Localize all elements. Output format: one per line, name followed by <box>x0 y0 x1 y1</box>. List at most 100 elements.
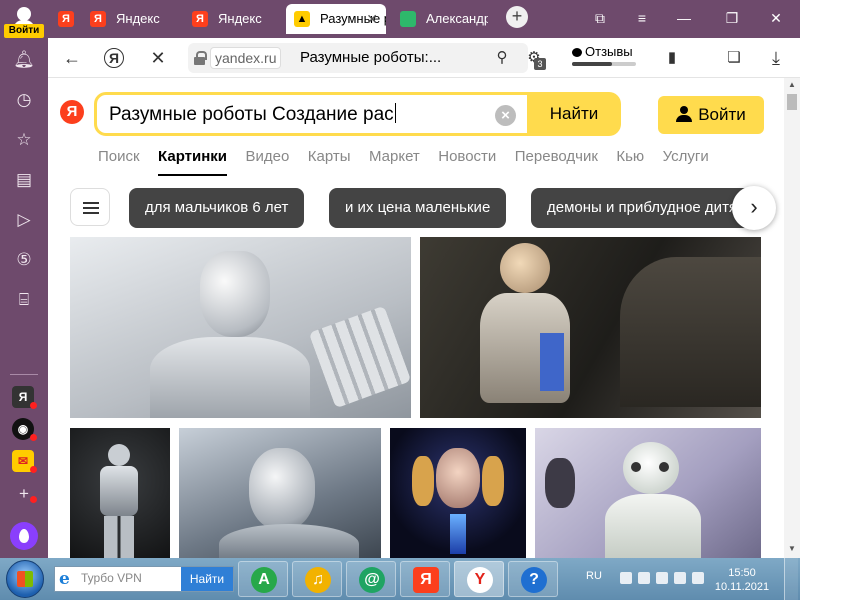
tray-flag-icon[interactable] <box>656 572 668 584</box>
image-result-robot-head[interactable] <box>179 428 381 558</box>
taskbar-app-yandex-browser[interactable]: Y <box>454 561 504 597</box>
suggestion-chip[interactable]: для мальчиков 6 лет <box>129 188 305 228</box>
notification-dot <box>30 466 37 473</box>
suggestion-chip[interactable]: и их цена маленькие <box>329 188 507 228</box>
extension-badge: 3 <box>534 58 546 70</box>
language-indicator[interactable]: RU <box>586 570 602 582</box>
page-title: Разумные роботы:... <box>300 49 442 66</box>
login-label: Войти <box>698 105 746 124</box>
yandex-favicon-icon: Я <box>58 11 74 27</box>
scroll-up-icon[interactable]: ▲ <box>787 80 797 89</box>
tray-app-icon[interactable] <box>638 572 650 584</box>
close-x-icon[interactable]: ✕ <box>146 46 170 70</box>
menu-icon[interactable]: ≡ <box>632 8 652 28</box>
five-icon[interactable]: ⑤ <box>12 248 36 272</box>
tab-label: Яндекс <box>116 11 160 26</box>
page-scrollbar[interactable]: ▲ ▼ <box>784 78 800 558</box>
alice-icon[interactable] <box>10 522 38 550</box>
image-result-android-robot[interactable] <box>70 428 170 558</box>
yandex-button-icon[interactable]: Я <box>104 48 124 68</box>
tab-label: Александр <box>426 11 488 26</box>
taskbar-app-messenger[interactable]: @ <box>346 561 396 597</box>
chevron-right-icon[interactable]: › <box>732 186 776 230</box>
service-images[interactable]: Картинки <box>158 146 228 176</box>
service-uslugi[interactable]: Услуги <box>663 146 709 168</box>
camera-icon[interactable]: ⌸ <box>12 288 36 312</box>
reviews-rating-bar <box>572 62 636 66</box>
scroll-thumb[interactable] <box>787 94 797 110</box>
clock[interactable]: 15:50 10.11.2021 <box>712 566 772 594</box>
suggestion-chip[interactable]: демоны и приблудное дитя <box>531 188 761 228</box>
windows-taskbar: e Турбо VPN Найти A ♫ @ Я Y ? RU 15:50 1… <box>0 558 800 600</box>
image-result-pepper-robot[interactable] <box>535 428 761 558</box>
star-icon[interactable]: ☆ <box>12 128 36 152</box>
address-bar: ← Я ✕ yandex.ru Разумные роботы:... ⚲ ⚙ … <box>48 38 800 78</box>
bell-icon[interactable]: 🔔︎ <box>12 48 36 72</box>
play-icon[interactable]: ▷ <box>12 208 36 232</box>
show-desktop-button[interactable] <box>784 558 798 600</box>
network-icon[interactable] <box>674 572 686 584</box>
tab-images-active[interactable]: ▲Разумные роботы✕ <box>286 4 386 34</box>
bookmark-icon[interactable]: ▮ <box>660 46 684 70</box>
taskbar-app-a[interactable]: A <box>238 561 288 597</box>
clock-date: 10.11.2021 <box>714 581 770 593</box>
notification-dot <box>30 434 37 441</box>
volume-icon[interactable] <box>692 572 704 584</box>
query-suggestions: для мальчиков 6 лет и их цена маленькие … <box>70 186 784 230</box>
collections-icon[interactable]: ▤ <box>12 168 36 192</box>
scroll-down-icon[interactable]: ▼ <box>787 544 797 553</box>
service-q[interactable]: Кью <box>616 146 644 168</box>
yandex-favicon-icon: Я <box>192 11 208 27</box>
tab-manager-icon[interactable]: ⧉ <box>590 8 610 28</box>
search-input[interactable]: Разумные роботы Создание рас <box>109 103 396 126</box>
tab-pinned[interactable]: Я <box>50 4 76 34</box>
taskbar-app-music[interactable]: ♫ <box>292 561 342 597</box>
lock-icon[interactable] <box>194 51 207 65</box>
new-tab-button[interactable]: + <box>506 6 528 28</box>
image-result-split-face-robot[interactable] <box>390 428 526 558</box>
browser-window: Войти 🔔︎ ◷ ☆ ▤ ▷ ⑤ ⌸ Я ◉ ✉ + Я Я Яндекс Я… <box>0 0 845 600</box>
url-domain[interactable]: yandex.ru <box>210 47 282 69</box>
vpn-find-button[interactable]: Найти <box>181 567 233 591</box>
service-market[interactable]: Маркет <box>369 146 420 168</box>
service-maps[interactable]: Карты <box>308 146 351 168</box>
clear-search-icon[interactable]: × <box>495 105 516 126</box>
find-button[interactable]: Найти <box>527 92 621 136</box>
notification-dot <box>30 402 37 409</box>
translate-icon[interactable]: ⚲ <box>490 46 514 70</box>
restore-icon[interactable]: ❐ <box>722 8 742 28</box>
service-translate[interactable]: Переводчик <box>515 146 598 168</box>
tab-alexander[interactable]: Александр <box>392 4 488 34</box>
vpn-search-box[interactable]: e Турбо VPN Найти <box>54 566 234 592</box>
filters-icon[interactable] <box>70 188 110 226</box>
url-field[interactable]: yandex.ru Разумные роботы:... <box>188 43 528 73</box>
reviews-button[interactable]: Отзывы <box>572 44 633 59</box>
system-tray: RU 15:50 10.11.2021 <box>580 558 800 600</box>
taskbar-app-yandex[interactable]: Я <box>400 561 450 597</box>
download-icon[interactable]: ⤓ <box>764 46 788 70</box>
login-button[interactable]: Войти <box>658 96 764 134</box>
close-tab-icon[interactable]: ✕ <box>366 4 378 34</box>
tab-yandex-2[interactable]: Я Яндекс <box>184 4 280 34</box>
minimize-icon[interactable]: — <box>674 8 694 28</box>
sidebar-divider <box>10 374 38 375</box>
history-icon[interactable]: ◷ <box>12 88 36 112</box>
sidebar-login-button[interactable]: Войти <box>4 24 44 38</box>
yandex-logo[interactable]: Я <box>60 100 84 124</box>
image-result-humanoid-robot[interactable] <box>420 237 761 418</box>
search-box: Разумные роботы Создание рас × Найти <box>94 92 621 136</box>
tab-yandex-1[interactable]: Я Яндекс <box>82 4 178 34</box>
page-favicon-icon <box>400 11 416 27</box>
taskbar-app-help[interactable]: ? <box>508 561 558 597</box>
tray-arrow-icon[interactable] <box>620 572 632 584</box>
back-arrow-icon[interactable]: ← <box>60 46 84 70</box>
close-window-icon[interactable]: ✕ <box>766 8 786 28</box>
reviews-label: Отзывы <box>585 44 633 59</box>
service-video[interactable]: Видео <box>246 146 290 168</box>
user-icon <box>676 106 693 122</box>
start-button[interactable] <box>6 560 44 598</box>
service-news[interactable]: Новости <box>438 146 496 168</box>
service-search[interactable]: Поиск <box>98 146 140 168</box>
image-result-thoughtful-robot[interactable] <box>70 237 411 418</box>
collections-button-icon[interactable]: ❏ <box>722 46 746 70</box>
